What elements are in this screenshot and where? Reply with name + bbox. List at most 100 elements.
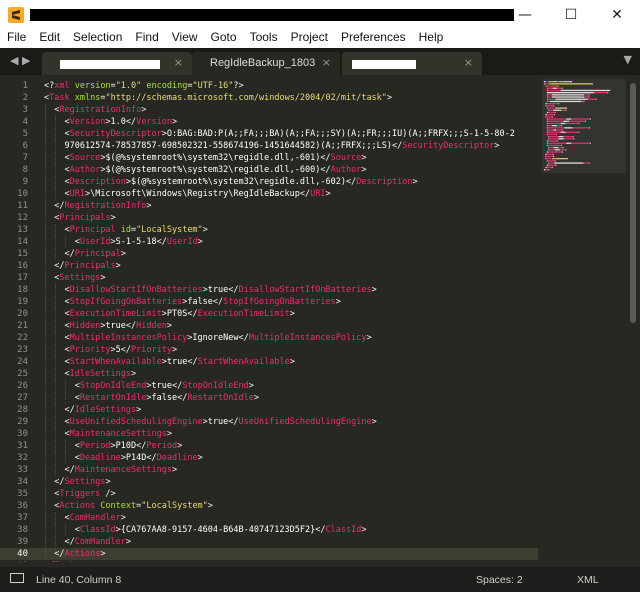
code-line[interactable]: <IdleSettings> <box>44 368 136 380</box>
code-line[interactable]: </Actions> <box>44 548 105 560</box>
maximize-button[interactable]: ☐ <box>548 0 594 30</box>
code-line[interactable]: <ExecutionTimeLimit>PT0S</ExecutionTimeL… <box>44 308 294 320</box>
code-line[interactable]: <Principals> <box>44 212 115 224</box>
tab-close-icon[interactable]: × <box>322 56 331 69</box>
menu-selection[interactable]: Selection <box>66 30 128 48</box>
minimize-button[interactable]: — <box>502 0 548 30</box>
tab-redacted-1[interactable]: × <box>42 52 192 75</box>
code-token: </ <box>156 237 167 247</box>
code-line[interactable]: <UserId>S-1-5-18</UserId> <box>44 236 203 248</box>
code-line[interactable]: <RestartOnIdle>false</RestartOnIdle> <box>44 392 259 404</box>
code-token: IdleSettings <box>74 405 137 415</box>
code-token: > <box>136 405 142 415</box>
menu-tools[interactable]: Tools <box>243 30 284 48</box>
code-line[interactable]: </Principal> <box>44 248 125 260</box>
vertical-scrollbar[interactable] <box>630 83 636 323</box>
code-token: false <box>187 297 213 307</box>
tab-close-icon[interactable]: × <box>174 56 183 69</box>
tab-bar: ◀ ▶ × RegIdleBackup_1803 × × ▼ <box>0 48 640 75</box>
tab-close-icon[interactable]: × <box>464 56 473 69</box>
code-line[interactable]: <?xml version="1.0" encoding="UTF-16"?> <box>44 80 244 92</box>
code-line[interactable]: </RegistrationInfo> <box>44 200 151 212</box>
close-window-button[interactable]: ✕ <box>594 0 640 30</box>
code-line[interactable]: </Principals> <box>44 260 121 272</box>
code-area[interactable]: <?xml version="1.0" encoding="UTF-16"?> <… <box>44 75 540 562</box>
indent-guide <box>55 188 57 200</box>
tab-scroll-left-icon[interactable]: ◀ <box>10 54 18 67</box>
code-line[interactable]: <RegistrationInfo> <box>44 104 146 116</box>
code-editor[interactable]: 1 2 3 4 5 6 7 8 9 10 11 12 13 14 15 16 17 18 19 20 21 22 23 24 2… <box>0 75 640 562</box>
code-line[interactable]: <Description>$(@%systemroot%\system32\re… <box>44 176 417 188</box>
menu-goto[interactable]: Goto <box>204 30 243 48</box>
code-line[interactable]: </MaintenanceSettings> <box>44 464 177 476</box>
code-line[interactable]: <URI>\Microsoft\Windows\Registry\RegIdle… <box>44 188 330 200</box>
code-token: < <box>44 165 70 175</box>
code-token: < <box>44 129 70 139</box>
indent-guide <box>45 416 46 428</box>
code-line[interactable]: <Actions Context="LocalSystem"> <box>44 500 213 512</box>
code-token: </ <box>392 141 403 151</box>
menu-file[interactable]: File <box>0 30 32 48</box>
code-line[interactable]: <StopOnIdleEnd>true</StopOnIdleEnd> <box>44 380 254 392</box>
code-token: > <box>248 381 254 391</box>
line-number: 18 <box>17 285 28 295</box>
menu-find[interactable]: Find <box>128 30 164 48</box>
code-token: RegistrationInfo <box>59 105 142 115</box>
code-token: > <box>171 465 178 475</box>
code-line[interactable]: <StartWhenAvailable>true</StartWhenAvail… <box>44 356 294 368</box>
code-line[interactable]: <UseUnifiedSchedulingEngine>true</UseUni… <box>44 416 376 428</box>
code-line[interactable]: <Settings> <box>44 272 105 284</box>
code-line[interactable]: <SecurityDescriptor>O:BAG:BAD:P(A;;FA;;;… <box>44 128 515 140</box>
code-line[interactable]: <Source>$(@%systemroot%\system32\regidle… <box>44 152 366 164</box>
code-token: SecurityDescriptor <box>402 141 495 151</box>
code-line[interactable]: </Settings> <box>44 476 110 488</box>
line-number: 19 <box>17 297 28 307</box>
syntax-mode[interactable]: XML <box>577 574 599 586</box>
code-line[interactable]: <Version>1.0</Version> <box>44 116 177 128</box>
menu-view[interactable]: View <box>165 30 204 48</box>
indentation-setting[interactable]: Spaces: 2 <box>476 574 523 586</box>
code-line[interactable]: <ComHandler> <box>44 512 125 524</box>
code-token: UserId <box>166 237 198 247</box>
code-line[interactable]: </ComHandler> <box>44 536 131 548</box>
code-token: < <box>44 225 70 235</box>
code-token: S-1-5-18 <box>115 237 157 247</box>
code-line[interactable]: <Priority>5</Priority> <box>44 344 177 356</box>
panel-toggle-icon[interactable] <box>10 573 24 583</box>
minimap-viewport[interactable] <box>542 79 626 174</box>
code-token: {CA767AA8-9157-4604-B64B-40747123D5F2} <box>120 525 316 535</box>
menu-preferences[interactable]: Preferences <box>334 30 412 48</box>
minimap[interactable] <box>540 75 628 562</box>
indent-guide <box>55 464 57 476</box>
code-line[interactable]: <MaintenanceSettings> <box>44 428 171 440</box>
code-line[interactable]: <Principal id="LocalSystem"> <box>44 224 207 236</box>
tab-redacted-2[interactable]: × <box>342 52 482 75</box>
line-number: 2 <box>22 93 28 103</box>
tab-scroll-right-icon[interactable]: ▶ <box>22 54 30 67</box>
code-line[interactable]: <Author>$(@%systemroot%\system32\regidle… <box>44 164 366 176</box>
menu-edit[interactable]: Edit <box>32 30 66 48</box>
code-token: true <box>207 285 229 295</box>
code-line[interactable]: <ClassId>{CA767AA8-9157-4604-B64B-407471… <box>44 524 367 536</box>
menu-project[interactable]: Project <box>284 30 334 48</box>
code-line[interactable]: <DisallowStartIfOnBatteries>true</Disall… <box>44 284 376 296</box>
indent-guide <box>45 248 46 260</box>
code-line[interactable]: </IdleSettings> <box>44 404 141 416</box>
code-token: </ <box>177 393 188 403</box>
code-line[interactable]: 970612574-78537857-698502321-558674196-1… <box>44 140 499 152</box>
code-line[interactable]: <Task xmlns="http://schemas.microsoft.co… <box>44 92 392 104</box>
code-token: xml <box>54 81 70 91</box>
code-token: O:BAG:BAD:P(A;;FA;;;BA)(A;;FA;;;SY)(A;;F… <box>166 129 515 139</box>
code-line[interactable]: <Hidden>true</Hidden> <box>44 320 172 332</box>
menu-help[interactable]: Help <box>412 30 450 48</box>
code-line[interactable]: <Deadline>P14D</Deadline> <box>44 452 203 464</box>
code-line[interactable]: <MultipleInstancesPolicy>IgnoreNew</Mult… <box>44 332 371 344</box>
cursor-position[interactable]: Line 40, Column 8 <box>36 574 121 586</box>
tab-regidlebackup[interactable]: RegIdleBackup_1803 × <box>192 52 340 75</box>
code-line[interactable]: <StopIfGoingOnBatteries>false</StopIfGoi… <box>44 296 340 308</box>
indent-guide <box>55 380 57 392</box>
code-line[interactable]: </Task> <box>44 560 80 562</box>
tab-menu-icon[interactable]: ▼ <box>624 53 632 66</box>
code-line[interactable]: <Triggers /> <box>44 488 115 500</box>
sublime-text-icon <box>8 7 24 23</box>
